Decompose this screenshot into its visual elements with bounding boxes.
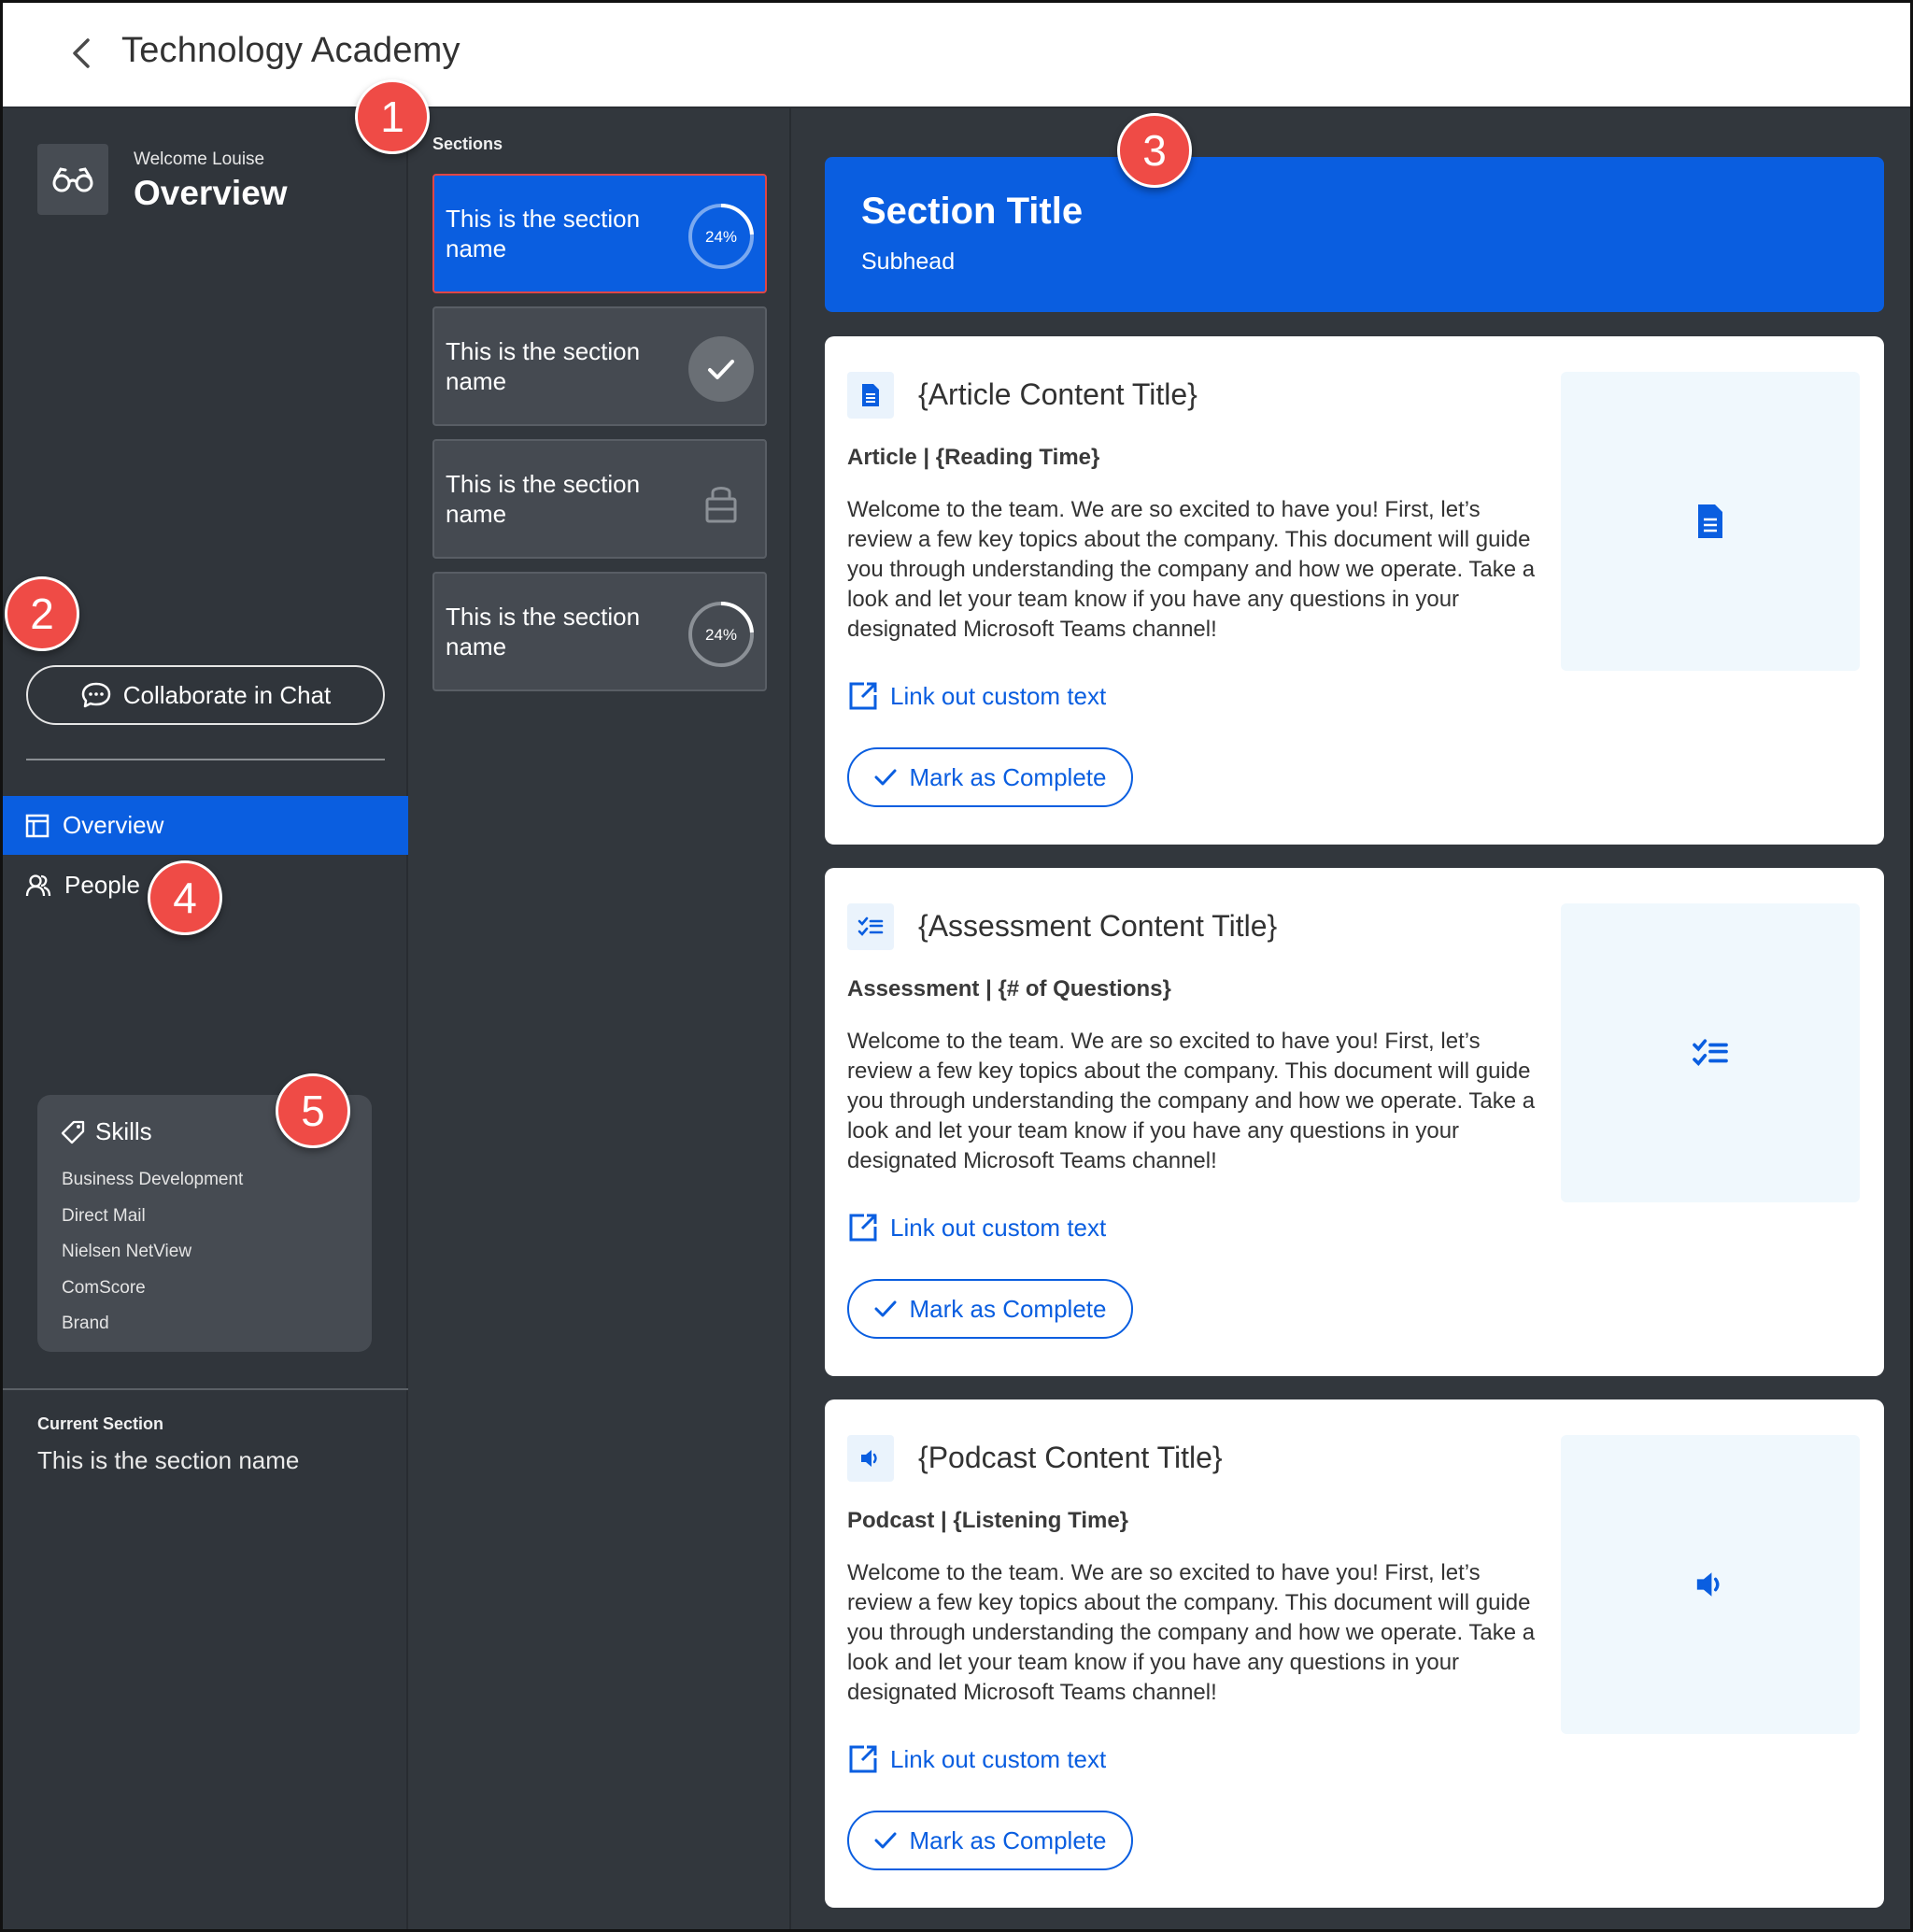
nav-label: People [64, 871, 140, 899]
content-card-article: {Article Content Title} Article | {Readi… [825, 336, 1884, 845]
card-body: Welcome to the team. We are so excited t… [847, 497, 1536, 642]
annotation-badge-4: 4 [148, 860, 222, 935]
link-label: Link out custom text [890, 1213, 1107, 1242]
chat-bubble-icon [81, 682, 110, 708]
mark-as-complete-button[interactable]: Mark as Complete [847, 1811, 1133, 1870]
link-out[interactable]: Link out custom text [847, 680, 1106, 712]
card-title: {Article Content Title} [918, 377, 1197, 411]
card-title: {Podcast Content Title} [918, 1441, 1223, 1474]
card-meta: Podcast | {Listening Time} [847, 1508, 1129, 1533]
card-type-badge [847, 372, 894, 419]
section-title: Section Title [861, 191, 1084, 232]
link-label: Link out custom text [890, 681, 1107, 710]
card-thumbnail [1561, 1435, 1860, 1734]
progress-ring-icon: 24% [688, 204, 754, 269]
collaborate-label: Collaborate in Chat [122, 680, 332, 709]
check-icon [874, 1832, 897, 1849]
overview-heading: Overview [134, 174, 288, 212]
speaker-icon [1696, 1572, 1720, 1597]
skill-item: Direct Mail [62, 1205, 146, 1226]
progress-text: 24% [705, 228, 737, 246]
sections-label: Sections [432, 135, 503, 153]
glasses-icon [52, 167, 93, 192]
skills-header: Skills [60, 1117, 152, 1146]
card-thumbnail [1561, 903, 1860, 1202]
link-out[interactable]: Link out custom text [847, 1743, 1106, 1775]
checklist-icon [1693, 1039, 1728, 1067]
link-out[interactable]: Link out custom text [847, 1212, 1106, 1243]
content-card-podcast: {Podcast Content Title} Podcast | {Liste… [825, 1399, 1884, 1908]
content-column: Section Title Subhead {Article Content T… [791, 108, 1910, 1929]
overview-avatar [37, 144, 108, 215]
button-label: Mark as Complete [909, 762, 1107, 791]
mark-as-complete-button[interactable]: Mark as Complete [847, 1279, 1133, 1339]
section-card-3[interactable]: This is the section name [432, 439, 767, 559]
button-label: Mark as Complete [909, 1825, 1107, 1854]
collaborate-in-chat-button[interactable]: Collaborate in Chat [26, 665, 385, 725]
section-card-1[interactable]: This is the section name 24% [432, 174, 767, 293]
annotation-badge-2: 2 [5, 576, 79, 651]
skill-item: ComScore [62, 1277, 146, 1298]
external-link-icon [849, 682, 877, 710]
section-card-2[interactable]: This is the section name [432, 306, 767, 426]
card-type-badge [847, 1435, 894, 1482]
card-type-badge [847, 903, 894, 950]
current-section-label: Current Section [37, 1414, 164, 1433]
chevron-left-icon [73, 38, 90, 68]
card-meta: Assessment | {# of Questions} [847, 976, 1171, 1002]
button-label: Mark as Complete [909, 1294, 1107, 1323]
current-section-value: This is the section name [37, 1446, 300, 1474]
section-name: This is the section name [446, 337, 641, 395]
check-icon [874, 769, 897, 786]
people-icon [25, 874, 51, 896]
back-button[interactable] [64, 36, 98, 70]
checklist-icon [857, 916, 884, 936]
speaker-icon [861, 1450, 877, 1467]
section-banner: Section Title Subhead [825, 157, 1884, 312]
section-name: This is the section name [446, 603, 641, 661]
section-card-4[interactable]: This is the section name 24% [432, 572, 767, 691]
external-link-icon [849, 1214, 877, 1242]
progress-ring-icon: 24% [688, 602, 754, 667]
main-area: Welcome Louise Overview Collaborate in C… [3, 108, 1910, 1929]
content-card-assessment: {Assessment Content Title} Assessment | … [825, 868, 1884, 1376]
document-icon [1698, 504, 1722, 538]
skill-item: Brand [62, 1314, 109, 1333]
sections-column: Sections This is the section name 24% Th… [408, 108, 791, 1929]
skills-title: Skills [95, 1117, 152, 1145]
card-body: Welcome to the team. We are so excited t… [847, 1560, 1536, 1705]
card-meta: Article | {Reading Time} [847, 445, 1100, 470]
card-title: {Assessment Content Title} [918, 909, 1278, 943]
skill-item: Nielsen NetView [62, 1242, 192, 1261]
top-bar: Technology Academy [3, 3, 1910, 108]
checkmark-icon [688, 336, 754, 402]
nav-label: Overview [63, 811, 164, 839]
section-subhead: Subhead [861, 249, 956, 275]
welcome-text: Welcome Louise [134, 149, 265, 169]
card-thumbnail [1561, 372, 1860, 671]
divider [3, 1388, 408, 1390]
mark-as-complete-button[interactable]: Mark as Complete [847, 747, 1133, 807]
section-name: This is the section name [446, 470, 641, 528]
section-name: This is the section name [446, 205, 641, 263]
tag-icon [61, 1120, 85, 1144]
annotation-badge-5: 5 [276, 1073, 350, 1148]
progress-text: 24% [705, 626, 737, 644]
external-link-icon [849, 1745, 877, 1773]
check-icon [874, 1300, 897, 1317]
app-title: Technology Academy [121, 31, 461, 70]
layout-icon [25, 814, 50, 837]
nav-item-overview[interactable]: Overview [3, 796, 408, 855]
divider [26, 759, 385, 760]
annotation-badge-3: 3 [1117, 113, 1192, 188]
annotation-badge-1: 1 [355, 79, 430, 154]
lock-icon [705, 487, 737, 523]
skill-item: Business Development [62, 1170, 244, 1189]
document-icon [862, 384, 879, 406]
link-label: Link out custom text [890, 1744, 1107, 1773]
skills-list: Business Development Direct Mail Nielsen… [62, 1162, 243, 1342]
card-body: Welcome to the team. We are so excited t… [847, 1029, 1536, 1173]
left-rail: Welcome Louise Overview Collaborate in C… [3, 108, 408, 1929]
app-window: Technology Academy Welcome Louise Overvi… [0, 0, 1913, 1932]
